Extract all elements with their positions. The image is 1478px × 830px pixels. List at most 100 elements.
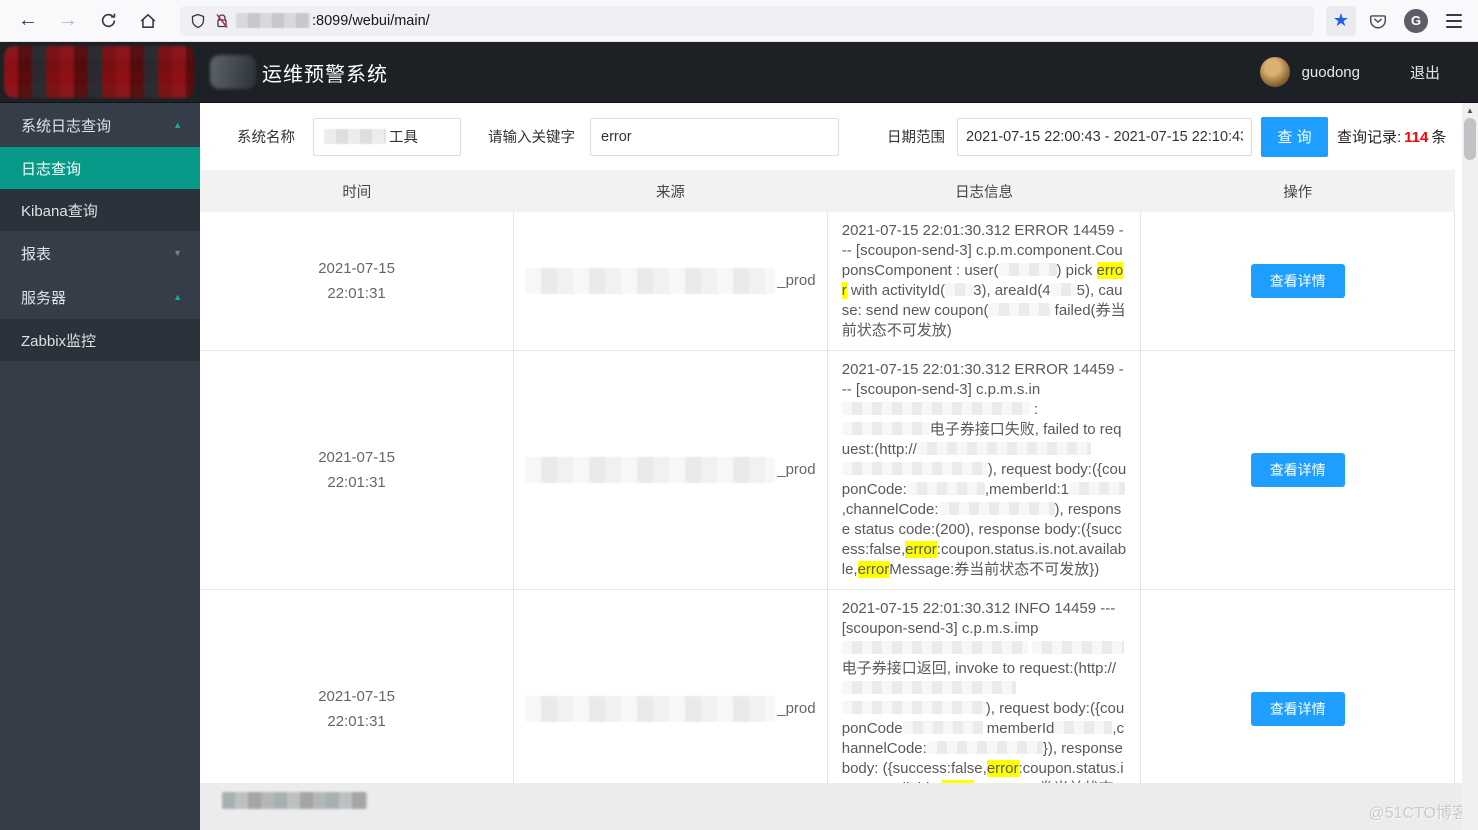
url-text: :8099/webui/main/ [312, 12, 430, 29]
system-name-suffix: 工具 [389, 130, 418, 146]
sidebar-item-label: 服务器 [21, 289, 67, 307]
redacted-text [841, 641, 1028, 654]
home-icon[interactable] [131, 5, 165, 37]
records-label: 查询记录: [1337, 129, 1402, 146]
insecure-lock-icon[interactable] [214, 13, 230, 29]
records-summary: 查询记录: 114 条 [1337, 126, 1446, 147]
date-range-label: 日期范围 [887, 130, 945, 146]
view-detail-button[interactable]: 查看详情 [1250, 692, 1345, 726]
sidebar-item-server[interactable]: 服务器 ▲ [0, 275, 200, 319]
view-detail-button[interactable]: 查看详情 [1250, 264, 1345, 298]
sidebar-item-kibana-query[interactable]: Kibana查询 [0, 189, 200, 231]
redacted-text [841, 462, 988, 475]
log-source: _prod [513, 350, 828, 590]
redacted-host [236, 13, 310, 28]
redacted-footer-blob [222, 792, 367, 809]
redacted-text [998, 263, 1057, 276]
sidebar-item-zabbix-monitor[interactable]: Zabbix监控 [0, 319, 200, 361]
profile-avatar[interactable]: G [1400, 6, 1432, 36]
username[interactable]: guodong [1302, 64, 1360, 81]
redacted-text [841, 701, 986, 714]
sidebar-item-label: 系统日志查询 [21, 117, 112, 135]
keyword-highlight: error [841, 262, 1124, 299]
pocket-icon[interactable] [1362, 6, 1394, 36]
browser-actions: ★ G [1326, 5, 1470, 36]
scroll-up-icon[interactable]: ▲ [1462, 103, 1478, 118]
redacted-text [906, 482, 985, 495]
log-message: 2021-07-15 22:01:30.312 ERROR 14459 --- … [827, 350, 1142, 590]
redacted-text [945, 283, 974, 296]
main-content: 系统名称 工具 请输入关键字 日期范围 查 询 查询记录:114条 时间来源日志… [200, 103, 1478, 830]
forward-icon[interactable]: → [51, 5, 85, 37]
redacted-text [841, 422, 930, 435]
sidebar-item-label: Zabbix监控 [21, 332, 97, 350]
chevron-down-icon: ▼ [173, 248, 182, 258]
redacted-system-name [324, 129, 386, 144]
table-row: 2021-07-15 22:01:31 _prod 2021-07-15 22:01:… [200, 589, 1455, 783]
records-unit: 条 [1431, 129, 1447, 146]
redacted-brand-blob [210, 55, 256, 89]
menu-icon[interactable] [1438, 6, 1470, 36]
user-avatar [1259, 57, 1290, 87]
page-title: 运维预警系统 [262, 63, 388, 86]
redacted-text [841, 681, 1016, 694]
redacted-source [525, 457, 776, 483]
log-table: 时间 来源 日志信息 操作 2021-07-15 22:01:31 _prod 2021-0… [200, 170, 1462, 783]
redacted-text [1069, 482, 1126, 495]
search-button[interactable]: 查 询 [1261, 116, 1328, 157]
column-header: 操作 [1140, 170, 1455, 212]
vertical-scrollbar[interactable]: ▲ [1462, 103, 1478, 830]
source-suffix: _prod [777, 271, 816, 289]
log-source: _prod [513, 212, 828, 351]
records-count: 114 [1404, 129, 1429, 146]
redacted-source [525, 268, 776, 294]
view-detail-button[interactable]: 查看详情 [1250, 453, 1345, 487]
reload-icon[interactable] [91, 5, 125, 37]
redacted-text [841, 402, 1030, 415]
footer-strip [200, 783, 1478, 830]
profile-initial: G [1404, 8, 1428, 33]
back-icon[interactable]: ← [11, 5, 45, 37]
chevron-up-icon: ▲ [173, 292, 182, 302]
source-suffix: _prod [777, 460, 816, 478]
sidebar-item-log-query[interactable]: 日志查询 [0, 147, 200, 189]
keyword-label: 请输入关键字 [488, 130, 575, 146]
system-name-input[interactable]: 工具 [313, 117, 461, 156]
redacted-text [938, 502, 1055, 515]
url-bar[interactable]: :8099/webui/main/ [180, 5, 1314, 36]
redacted-text [988, 303, 1051, 316]
redacted-text [1054, 721, 1113, 734]
log-actions: 查看详情 [1140, 589, 1455, 783]
redacted-text [1031, 641, 1124, 654]
logout-button[interactable]: 退出 [1410, 62, 1440, 83]
column-header: 时间 [200, 170, 514, 212]
sidebar-item-report[interactable]: 报表 ▼ [0, 231, 200, 275]
keyword-input[interactable] [590, 117, 839, 156]
sidebar-item-label: 报表 [21, 245, 52, 263]
keyword-highlight: error [857, 561, 890, 578]
redacted-text [902, 721, 983, 734]
scrollbar-thumb[interactable] [1464, 118, 1476, 160]
redacted-text [916, 442, 1091, 455]
shield-icon[interactable] [190, 13, 206, 29]
column-header: 日志信息 [827, 170, 1141, 212]
log-actions: 查看详情 [1140, 350, 1455, 590]
log-time: 2021-07-15 22:01:31 [200, 212, 515, 351]
user-area: guodong 退出 [1259, 57, 1478, 87]
sidebar-item-label: 日志查询 [21, 160, 82, 178]
log-source: _prod [513, 589, 828, 783]
table-row: 2021-07-15 22:01:31 _prod 2021-07-15 22:01:… [200, 350, 1455, 590]
keyword-highlight: error [905, 541, 937, 558]
app-header: 运维预警系统 guodong 退出 [0, 42, 1478, 103]
sidebar-item-system-log-query[interactable]: 系统日志查询 ▲ [0, 103, 200, 147]
table-row: 2021-07-15 22:01:31 _prod 2021-07-15 22:01:… [200, 212, 1455, 351]
chevron-up-icon: ▲ [173, 120, 182, 130]
column-header: 来源 [513, 170, 828, 212]
date-range-input[interactable] [957, 117, 1252, 156]
redacted-text [926, 741, 1043, 754]
sidebar-item-label: Kibana查询 [21, 202, 98, 220]
redacted-logo [4, 46, 194, 98]
filter-bar: 系统名称 工具 请输入关键字 日期范围 查 询 查询记录:114条 [200, 103, 1478, 170]
bookmark-star-icon[interactable]: ★ [1326, 5, 1356, 36]
log-message: 2021-07-15 22:01:30.312 ERROR 14459 --- … [827, 212, 1142, 351]
